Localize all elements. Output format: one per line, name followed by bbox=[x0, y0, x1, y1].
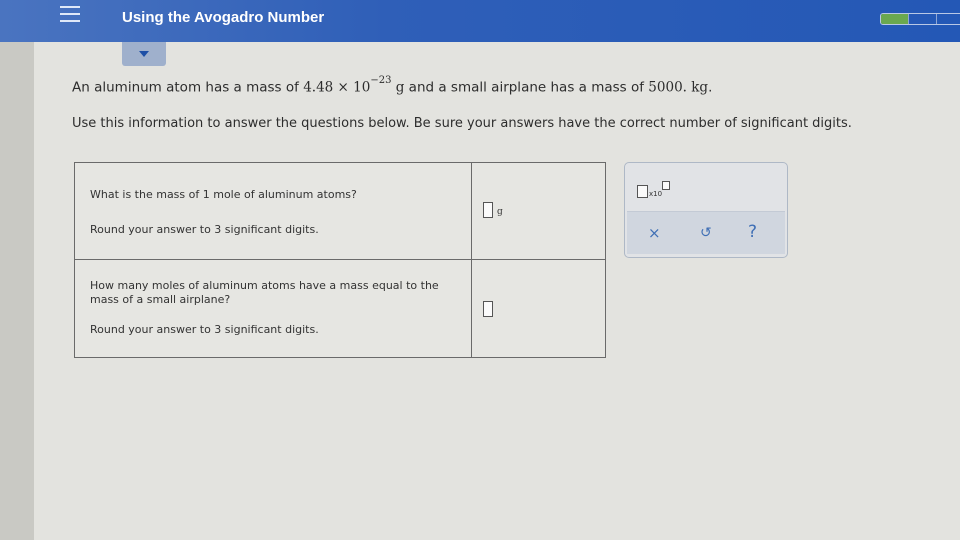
answer-tools-panel: x10 × ↺ ? bbox=[624, 162, 788, 258]
question-text: What is the mass of 1 mole of aluminum a… bbox=[90, 188, 357, 201]
progress-bar bbox=[880, 13, 960, 25]
menu-icon[interactable] bbox=[60, 6, 80, 22]
chevron-down-icon bbox=[139, 51, 149, 57]
progress-segment bbox=[909, 14, 937, 24]
answer-unit: g bbox=[497, 207, 503, 217]
left-strip bbox=[0, 0, 34, 540]
main-content: An aluminum atom has a mass of 4.48 × 10… bbox=[34, 42, 960, 540]
answer-input[interactable] bbox=[483, 301, 493, 317]
statement-text: An aluminum atom has a mass of bbox=[72, 79, 304, 96]
instructions: Use this information to answer the quest… bbox=[72, 116, 852, 131]
atom-mass-unit: g bbox=[391, 79, 405, 96]
problem-statement: An aluminum atom has a mass of 4.48 × 10… bbox=[72, 75, 713, 96]
statement-text: and a small airplane has a mass of bbox=[404, 79, 649, 96]
question-text: How many moles of aluminum atoms have a … bbox=[90, 279, 439, 306]
progress-segment bbox=[881, 14, 909, 24]
top-bar: Using the Avogadro Number bbox=[0, 0, 960, 42]
exponent-box bbox=[662, 181, 670, 190]
question-row: What is the mass of 1 mole of aluminum a… bbox=[75, 163, 605, 260]
undo-icon[interactable]: ↺ bbox=[700, 225, 712, 241]
dropdown-toggle[interactable] bbox=[122, 42, 166, 66]
help-icon[interactable]: ? bbox=[748, 222, 757, 242]
question-table: What is the mass of 1 mole of aluminum a… bbox=[74, 162, 606, 358]
round-instruction: Round your answer to 3 significant digit… bbox=[90, 323, 319, 336]
answer-cell bbox=[472, 260, 605, 357]
mantissa-box bbox=[637, 185, 648, 198]
airplane-mass: 5000. kg bbox=[648, 79, 709, 96]
statement-text: . bbox=[708, 79, 713, 96]
question-cell: How many moles of aluminum atoms have a … bbox=[75, 260, 472, 357]
progress-segment bbox=[937, 14, 960, 24]
question-cell: What is the mass of 1 mole of aluminum a… bbox=[75, 163, 472, 259]
answer-cell: g bbox=[472, 163, 605, 259]
sci-notation-icon[interactable]: x10 bbox=[637, 181, 677, 201]
atom-mass-exponent: −23 bbox=[370, 75, 392, 86]
atom-mass: 4.48 × 10 bbox=[303, 79, 371, 96]
question-row: How many moles of aluminum atoms have a … bbox=[75, 260, 605, 357]
round-instruction: Round your answer to 3 significant digit… bbox=[90, 223, 319, 236]
answer-input[interactable] bbox=[483, 202, 493, 218]
tool-buttons: × ↺ ? bbox=[627, 211, 785, 254]
times-ten-label: x10 bbox=[649, 190, 663, 198]
clear-icon[interactable]: × bbox=[648, 224, 661, 242]
page-title: Using the Avogadro Number bbox=[122, 9, 325, 26]
